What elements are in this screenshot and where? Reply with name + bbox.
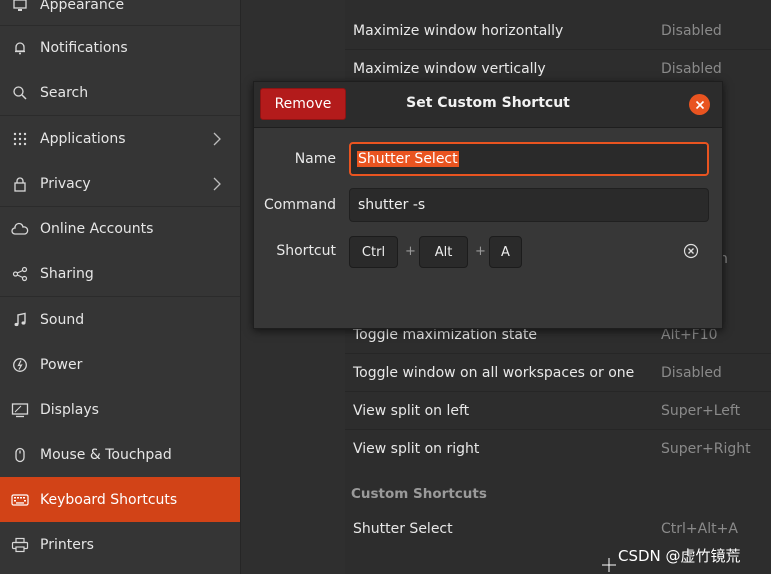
display-icon <box>11 401 29 419</box>
power-icon <box>11 356 29 374</box>
shortcut-row[interactable]: Toggle window on all workspaces or one D… <box>345 354 771 392</box>
sidebar-item-label: Privacy <box>40 175 91 192</box>
chevron-right-icon <box>213 177 221 190</box>
bell-icon <box>11 39 29 57</box>
shortcut-accel: Disabled <box>661 61 722 77</box>
key-a[interactable]: A <box>489 236 522 268</box>
settings-sidebar: Appearance Notifications Search Applicat… <box>0 0 241 574</box>
key-alt[interactable]: Alt <box>419 236 468 268</box>
share-icon <box>11 265 29 283</box>
shortcut-accel: Ctrl+Alt+A <box>661 521 738 537</box>
sidebar-item-privacy[interactable]: Privacy <box>0 161 240 206</box>
sidebar-item-sharing[interactable]: Sharing <box>0 251 240 296</box>
sidebar-item-label: Applications <box>40 130 126 147</box>
mouse-icon <box>11 446 29 464</box>
crosshair-cursor-icon <box>602 558 616 572</box>
sidebar-item-label: Printers <box>40 536 94 553</box>
shortcut-name: Toggle window on all workspaces or one <box>353 365 635 381</box>
sidebar-item-keyboard-shortcuts[interactable]: Keyboard Shortcuts <box>0 477 240 522</box>
sidebar-item-label: Notifications <box>40 39 128 56</box>
sidebar-item-online-accounts[interactable]: Online Accounts <box>0 206 240 251</box>
name-field-value: Shutter Select <box>357 151 459 167</box>
music-note-icon <box>11 311 29 329</box>
command-field-value: shutter -s <box>358 197 426 213</box>
shortcut-name: View split on left <box>353 403 470 419</box>
shortcut-accel: Super+Left <box>661 403 741 419</box>
sidebar-item-label: Power <box>40 356 83 373</box>
shortcut-name: Maximize window horizontally <box>353 23 564 39</box>
command-label: Command <box>264 197 336 213</box>
sidebar-item-notifications[interactable]: Notifications <box>0 25 240 70</box>
command-field[interactable]: shutter -s <box>349 188 709 222</box>
shortcut-row[interactable]: View split on left Super+Left <box>345 392 771 430</box>
dialog-header: Remove Set Custom Shortcut <box>254 82 722 128</box>
sidebar-item-mouse-touchpad[interactable]: Mouse & Touchpad <box>0 432 240 477</box>
appearance-icon <box>11 0 29 14</box>
sidebar-item-search[interactable]: Search <box>0 70 240 115</box>
shortcut-accel: Disabled <box>661 365 722 381</box>
sidebar-item-label: Keyboard Shortcuts <box>40 491 178 508</box>
custom-shortcut-row[interactable]: Shutter Select Ctrl+Alt+A <box>345 510 771 548</box>
shortcut-name: Toggle maximization state <box>353 327 538 343</box>
keyboard-icon <box>11 491 29 509</box>
name-label: Name <box>294 151 336 167</box>
cloud-icon <box>11 220 29 238</box>
sidebar-item-sound[interactable]: Sound <box>0 297 240 342</box>
sidebar-item-displays[interactable]: Displays <box>0 387 240 432</box>
shortcut-row[interactable]: Maximize window horizontally Disabled <box>345 12 771 50</box>
shortcut-accel: Super+Right <box>661 441 751 457</box>
clear-shortcut-icon[interactable] <box>683 243 699 259</box>
sidebar-item-label: Online Accounts <box>40 220 154 237</box>
sidebar-item-applications[interactable]: Applications <box>0 116 240 161</box>
shortcut-row[interactable]: View split on right Super+Right <box>345 430 771 468</box>
close-icon <box>695 100 704 109</box>
sidebar-item-power[interactable]: Power <box>0 342 240 387</box>
sidebar-item-label: Displays <box>40 401 99 418</box>
shortcut-accel: Disabled <box>661 23 722 39</box>
lock-icon <box>11 175 29 193</box>
shortcut-accel: Alt+F10 <box>661 327 718 343</box>
sidebar-item-label: Sound <box>40 311 85 328</box>
sidebar-item-label: Sharing <box>40 265 94 282</box>
key-ctrl[interactable]: Ctrl <box>349 236 398 268</box>
close-button[interactable] <box>689 94 710 115</box>
sidebar-item-label: Search <box>40 84 89 101</box>
chevron-right-icon <box>213 132 221 145</box>
sidebar-item-label: Mouse & Touchpad <box>40 446 172 463</box>
sidebar-item-printers[interactable]: Printers <box>0 522 240 567</box>
printer-icon <box>11 536 29 554</box>
watermark: CSDN @虚竹镜荒 <box>618 547 741 565</box>
shortcut-name: Maximize window vertically <box>353 61 546 77</box>
shortcut-name: View split on right <box>353 441 480 457</box>
set-custom-shortcut-dialog: Remove Set Custom Shortcut Name Shutter … <box>253 81 723 329</box>
plus-separator: + <box>475 244 486 259</box>
sidebar-item-label: Appearance <box>40 0 125 13</box>
search-icon <box>11 84 29 102</box>
shortcut-label: Shortcut <box>276 243 336 259</box>
shortcut-name: Shutter Select <box>353 521 453 537</box>
plus-separator: + <box>405 244 416 259</box>
sidebar-item-appearance[interactable]: Appearance <box>0 0 240 27</box>
dialog-title: Set Custom Shortcut <box>406 95 570 111</box>
section-title-custom-shortcuts: Custom Shortcuts <box>351 486 487 502</box>
grid-icon <box>11 130 29 148</box>
name-field[interactable]: Shutter Select <box>349 142 709 176</box>
